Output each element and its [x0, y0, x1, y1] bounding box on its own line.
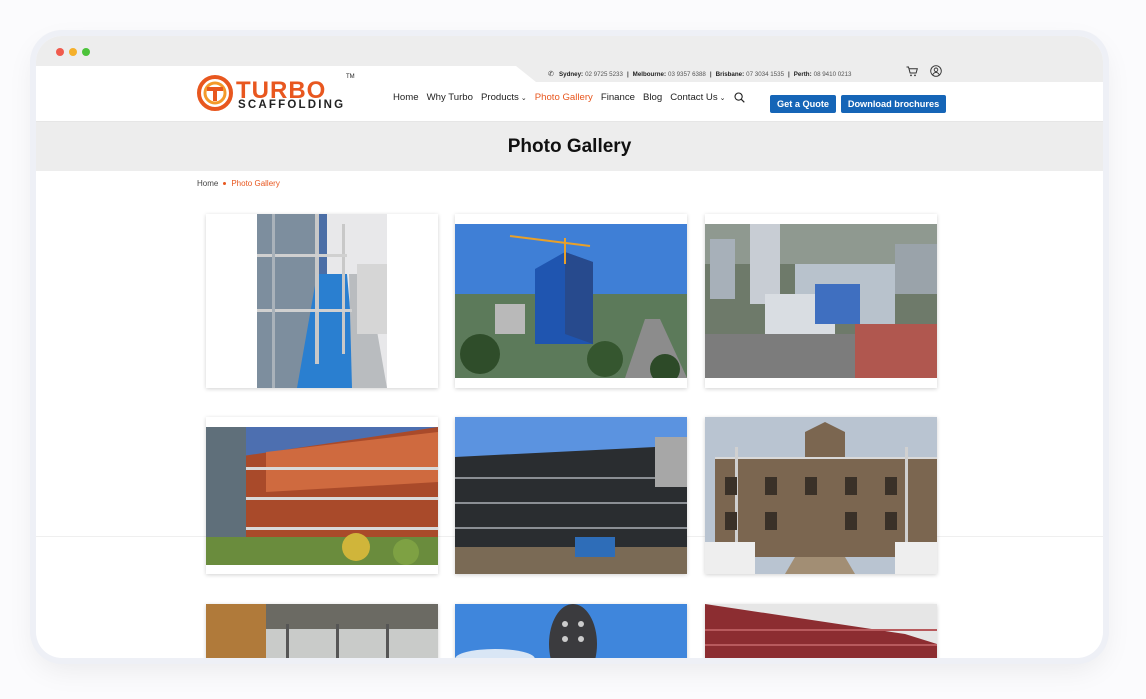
contact-phones: ✆ Sydney: 02 9725 5233 | Melbourne: 03 935…: [548, 67, 852, 81]
nav-photo-gallery[interactable]: Photo Gallery: [535, 92, 593, 103]
phone-perth[interactable]: 08 9410 0213: [814, 71, 852, 78]
gallery-photo-3[interactable]: [705, 214, 937, 388]
separator: |: [709, 70, 712, 78]
turbo-logo[interactable]: TURBO SCAFFOLDING TM: [196, 74, 356, 116]
gallery-photo-6[interactable]: [705, 417, 937, 574]
minimize-dot[interactable]: [69, 48, 77, 56]
tower-structure-photo: [455, 604, 687, 658]
nav-finance-label: Finance: [600, 92, 635, 103]
logo-scaffolding-text: SCAFFOLDING: [238, 99, 346, 111]
red-roof-building-photo: [705, 604, 937, 658]
gallery-photo-4[interactable]: [206, 417, 438, 574]
gallery-photo-7[interactable]: [206, 604, 438, 658]
search-icon[interactable]: [733, 92, 745, 103]
phone-melbourne[interactable]: 03 9357 6388: [668, 71, 706, 78]
get-a-quote-button[interactable]: Get a Quote: [770, 95, 836, 113]
heritage-building-scaffold-photo: [705, 417, 937, 574]
building-netting-scaffold-photo: [455, 417, 687, 574]
gallery-photo-1[interactable]: [206, 214, 438, 388]
breadcrumb: Home Photo Gallery: [197, 179, 280, 188]
breadcrumb-separator: [223, 182, 227, 185]
gallery-photo-2[interactable]: [455, 214, 687, 388]
logo-trademark: TM: [346, 74, 355, 80]
city-perth: Perth:: [793, 70, 812, 78]
roof-structure-photo: [206, 604, 438, 658]
breadcrumb-current: Photo Gallery: [231, 179, 280, 188]
city-melbourne: Melbourne:: [632, 70, 667, 78]
aerial-city-site-photo: [705, 224, 937, 378]
window-controls: [56, 48, 90, 56]
top-icons: [906, 65, 942, 77]
nav-why-turbo-label: Why Turbo: [426, 92, 473, 103]
nav-finance[interactable]: Finance: [601, 92, 635, 103]
user-icon[interactable]: [930, 65, 942, 77]
nav-contact-us-label: Contact Us: [670, 92, 718, 103]
gallery-photo-9[interactable]: [705, 604, 937, 658]
nav-home[interactable]: Home: [393, 92, 419, 103]
scaffold-walkway-photo: [257, 214, 387, 388]
nav-products-label: Products: [480, 92, 519, 103]
nav-blog-label: Blog: [643, 92, 663, 103]
cart-icon[interactable]: [906, 65, 918, 77]
highrise-tower-crane-photo: [455, 224, 687, 378]
download-brochures-button[interactable]: Download brochures: [841, 95, 946, 113]
chevron-down-icon: ⌄: [719, 94, 726, 102]
logo-mark-icon: [197, 75, 233, 111]
page-title: Photo Gallery: [507, 135, 632, 157]
main-nav: Home Why Turbo Products ⌄ Photo Gallery F…: [393, 92, 753, 103]
city-sydney: Sydney:: [559, 70, 584, 78]
nav-home-label: Home: [393, 92, 419, 103]
nav-blog[interactable]: Blog: [643, 92, 662, 103]
phone-sydney[interactable]: 02 9725 5233: [585, 71, 623, 78]
chevron-down-icon: ⌄: [520, 94, 527, 102]
close-dot[interactable]: [56, 48, 64, 56]
breadcrumb-home[interactable]: Home: [197, 179, 218, 188]
gallery-photo-5[interactable]: [455, 417, 687, 574]
nav-photo-gallery-label: Photo Gallery: [534, 92, 593, 103]
page-title-band: Photo Gallery: [36, 122, 1103, 171]
brick-facade-scaffold-photo: [206, 427, 438, 565]
gallery-photo-8[interactable]: [455, 604, 687, 658]
separator: |: [788, 70, 790, 78]
nav-products[interactable]: Products ⌄: [481, 92, 527, 103]
browser-window: ✆ Sydney: 02 9725 5233 | Melbourne: 03 935…: [36, 36, 1103, 658]
maximize-dot[interactable]: [82, 48, 90, 56]
phone-brisbane[interactable]: 07 3034 1535: [746, 71, 784, 78]
phone-icon: ✆: [548, 70, 554, 78]
nav-why-turbo[interactable]: Why Turbo: [427, 92, 473, 103]
separator: |: [626, 70, 629, 78]
nav-contact-us[interactable]: Contact Us ⌄: [670, 92, 725, 103]
city-brisbane: Brisbane:: [715, 70, 745, 78]
browser-chrome: [36, 36, 1103, 66]
